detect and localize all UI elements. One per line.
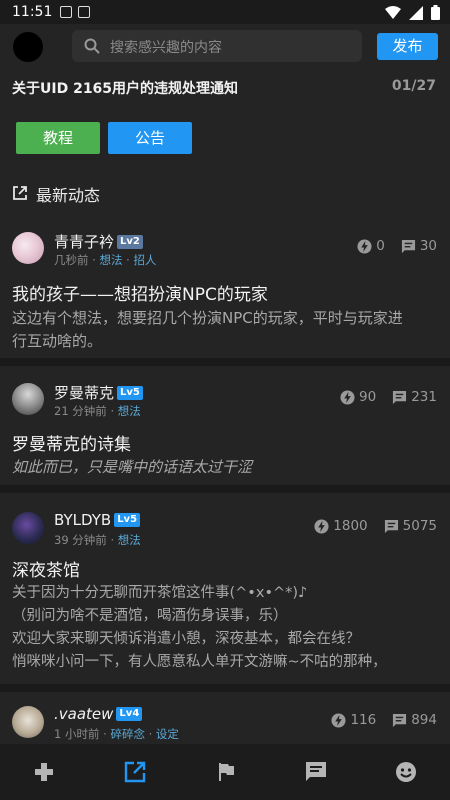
- bolt-icon: [340, 389, 355, 405]
- bolt-icon: [314, 518, 329, 534]
- post-stats: 0 30: [357, 238, 437, 254]
- post-body[interactable]: 关于因为十分无聊而开茶馆这件事(^•x•^*)♪ （别问为啥不是酒馆，喝酒伤身误…: [12, 582, 442, 674]
- edit-icon[interactable]: [123, 760, 147, 784]
- bolt-icon: [357, 238, 372, 254]
- wifi-icon: [385, 5, 401, 19]
- author-name[interactable]: 青青子衿: [54, 231, 114, 252]
- bottom-nav: [0, 744, 450, 800]
- post-author[interactable]: BYLDYB Lv5: [54, 511, 141, 529]
- user-avatar[interactable]: [13, 32, 43, 62]
- top-bar: 搜索感兴趣的内容 发布: [0, 24, 450, 70]
- divider: [0, 485, 450, 493]
- post-tag[interactable]: 设定: [156, 727, 179, 741]
- post-card[interactable]: 罗曼蒂克 Lv5 21 分钟前 · 想法 90 231 罗曼蒂克的诗集 如此而已…: [0, 383, 450, 483]
- signal-icon: [409, 5, 423, 20]
- tutorial-button[interactable]: 教程: [16, 122, 100, 154]
- level-badge: Lv5: [114, 513, 141, 527]
- author-name[interactable]: BYLDYB: [54, 511, 111, 529]
- post-title[interactable]: 罗曼蒂克的诗集: [12, 430, 131, 455]
- level-badge: Lv2: [117, 234, 143, 249]
- author-name[interactable]: .vaatew: [54, 706, 113, 723]
- post-time: 21 分钟前: [54, 404, 107, 418]
- gamepad-icon[interactable]: [32, 760, 56, 784]
- search-icon: [84, 38, 100, 54]
- comment-count: 30: [419, 238, 437, 254]
- post-author[interactable]: 青青子衿 Lv2: [54, 231, 143, 252]
- post-body[interactable]: 这边有个想法，想要招几个扮演NPC的玩家，平时与玩家进 行互动啥的。: [12, 307, 442, 353]
- post-time: 1 小时前: [54, 727, 100, 741]
- post-title[interactable]: 我的孩子——想招扮演NPC的玩家: [12, 280, 268, 305]
- post-tag[interactable]: 招人: [133, 253, 156, 267]
- level-badge: Lv5: [117, 385, 143, 400]
- search-placeholder: 搜索感兴趣的内容: [110, 40, 222, 56]
- bolt-icon: [331, 712, 346, 728]
- comment-count: 231: [411, 389, 437, 405]
- author-name[interactable]: 罗曼蒂克: [54, 382, 114, 403]
- post-stats: 1800 5075: [314, 518, 437, 534]
- post-tag[interactable]: 想法: [99, 253, 122, 267]
- status-bar: 11:51: [0, 0, 450, 24]
- open-external-icon: [13, 186, 27, 200]
- post-tag[interactable]: 想法: [118, 533, 141, 547]
- announcement-button[interactable]: 公告: [108, 122, 192, 154]
- post-meta: 1 小时前 · 碎碎念 · 设定: [54, 727, 179, 741]
- post-meta: 39 分钟前 · 想法: [54, 533, 141, 547]
- post-card[interactable]: 青青子衿 Lv2 几秒前 · 想法 · 招人 0 30 我的孩子——想招扮演NP…: [0, 232, 450, 356]
- notice-counter: 01/27: [391, 78, 436, 94]
- post-title[interactable]: 深夜茶馆: [12, 556, 80, 581]
- flag-icon[interactable]: [214, 760, 238, 784]
- publish-button[interactable]: 发布: [377, 33, 438, 60]
- post-tag[interactable]: 碎碎念: [110, 727, 145, 741]
- post-card[interactable]: .vaatew Lv4 1 小时前 · 碎碎念 · 设定 116 894: [0, 706, 450, 744]
- notice-title[interactable]: 关于UID 2165用户的违规处理通知: [12, 78, 238, 98]
- post-stats: 90 231: [340, 389, 437, 405]
- level-badge: Lv4: [116, 707, 143, 721]
- divider: [0, 684, 450, 692]
- post-time: 39 分钟前: [54, 533, 107, 547]
- post-author[interactable]: 罗曼蒂克 Lv5: [54, 382, 143, 403]
- post-body-line: 行互动啥的。: [12, 332, 103, 350]
- comment-icon: [384, 519, 398, 533]
- post-author[interactable]: .vaatew Lv4: [54, 706, 143, 723]
- like-count: 0: [376, 238, 385, 254]
- message-icon[interactable]: [304, 760, 328, 784]
- comment-icon: [401, 239, 415, 253]
- like-count: 1800: [333, 518, 368, 534]
- post-card[interactable]: BYLDYB Lv5 39 分钟前 · 想法 1800 5075 深夜茶馆 关于…: [0, 511, 450, 682]
- comment-count: 5075: [402, 518, 437, 534]
- system-icons: [385, 5, 440, 20]
- post-body[interactable]: 如此而已，只是嘴中的话语太过干涩: [12, 456, 442, 479]
- image-notification-icon: [60, 6, 72, 18]
- notification-icons: [60, 6, 90, 18]
- post-meta: 几秒前 · 想法 · 招人: [54, 253, 157, 267]
- post-stats: 116 894: [331, 712, 437, 728]
- post-body-line: 如此而已，只是嘴中的话语太过干涩: [12, 458, 253, 476]
- like-count: 116: [350, 712, 377, 728]
- post-time: 几秒前: [54, 253, 89, 267]
- post-body-line: 欢迎大家来聊天倾诉消遣小憩，深夜基本，都会在线？: [12, 631, 360, 647]
- app-notification-icon: [78, 6, 90, 18]
- avatar[interactable]: [12, 706, 44, 738]
- avatar[interactable]: [12, 232, 44, 264]
- comment-icon: [393, 713, 407, 727]
- post-meta: 21 分钟前 · 想法: [54, 404, 141, 418]
- avatar[interactable]: [12, 383, 44, 415]
- post-body-line: 关于因为十分无聊而开茶馆这件事(^•x•^*)♪: [12, 585, 308, 601]
- comment-count: 894: [411, 712, 437, 728]
- comment-icon: [393, 390, 407, 404]
- post-body-line: 悄咪咪小问一下，有人愿意私人单开文游嘛~不咕的那种，: [12, 654, 387, 670]
- face-icon[interactable]: [394, 760, 418, 784]
- notice-banner[interactable]: 关于UID 2165用户的违规处理通知 01/27: [0, 70, 450, 104]
- search-box[interactable]: 搜索感兴趣的内容: [72, 30, 362, 62]
- status-time: 11:51: [12, 4, 53, 20]
- section-title: 最新动态: [36, 186, 101, 205]
- post-body-line: （别问为啥不是酒馆，喝酒伤身误事，乐）: [12, 608, 288, 624]
- post-body-line: 这边有个想法，想要招几个扮演NPC的玩家，平时与玩家进: [12, 309, 403, 327]
- avatar[interactable]: [12, 512, 44, 544]
- like-count: 90: [359, 389, 377, 405]
- post-tag[interactable]: 想法: [118, 404, 141, 418]
- divider: [0, 358, 450, 366]
- battery-icon: [431, 5, 440, 20]
